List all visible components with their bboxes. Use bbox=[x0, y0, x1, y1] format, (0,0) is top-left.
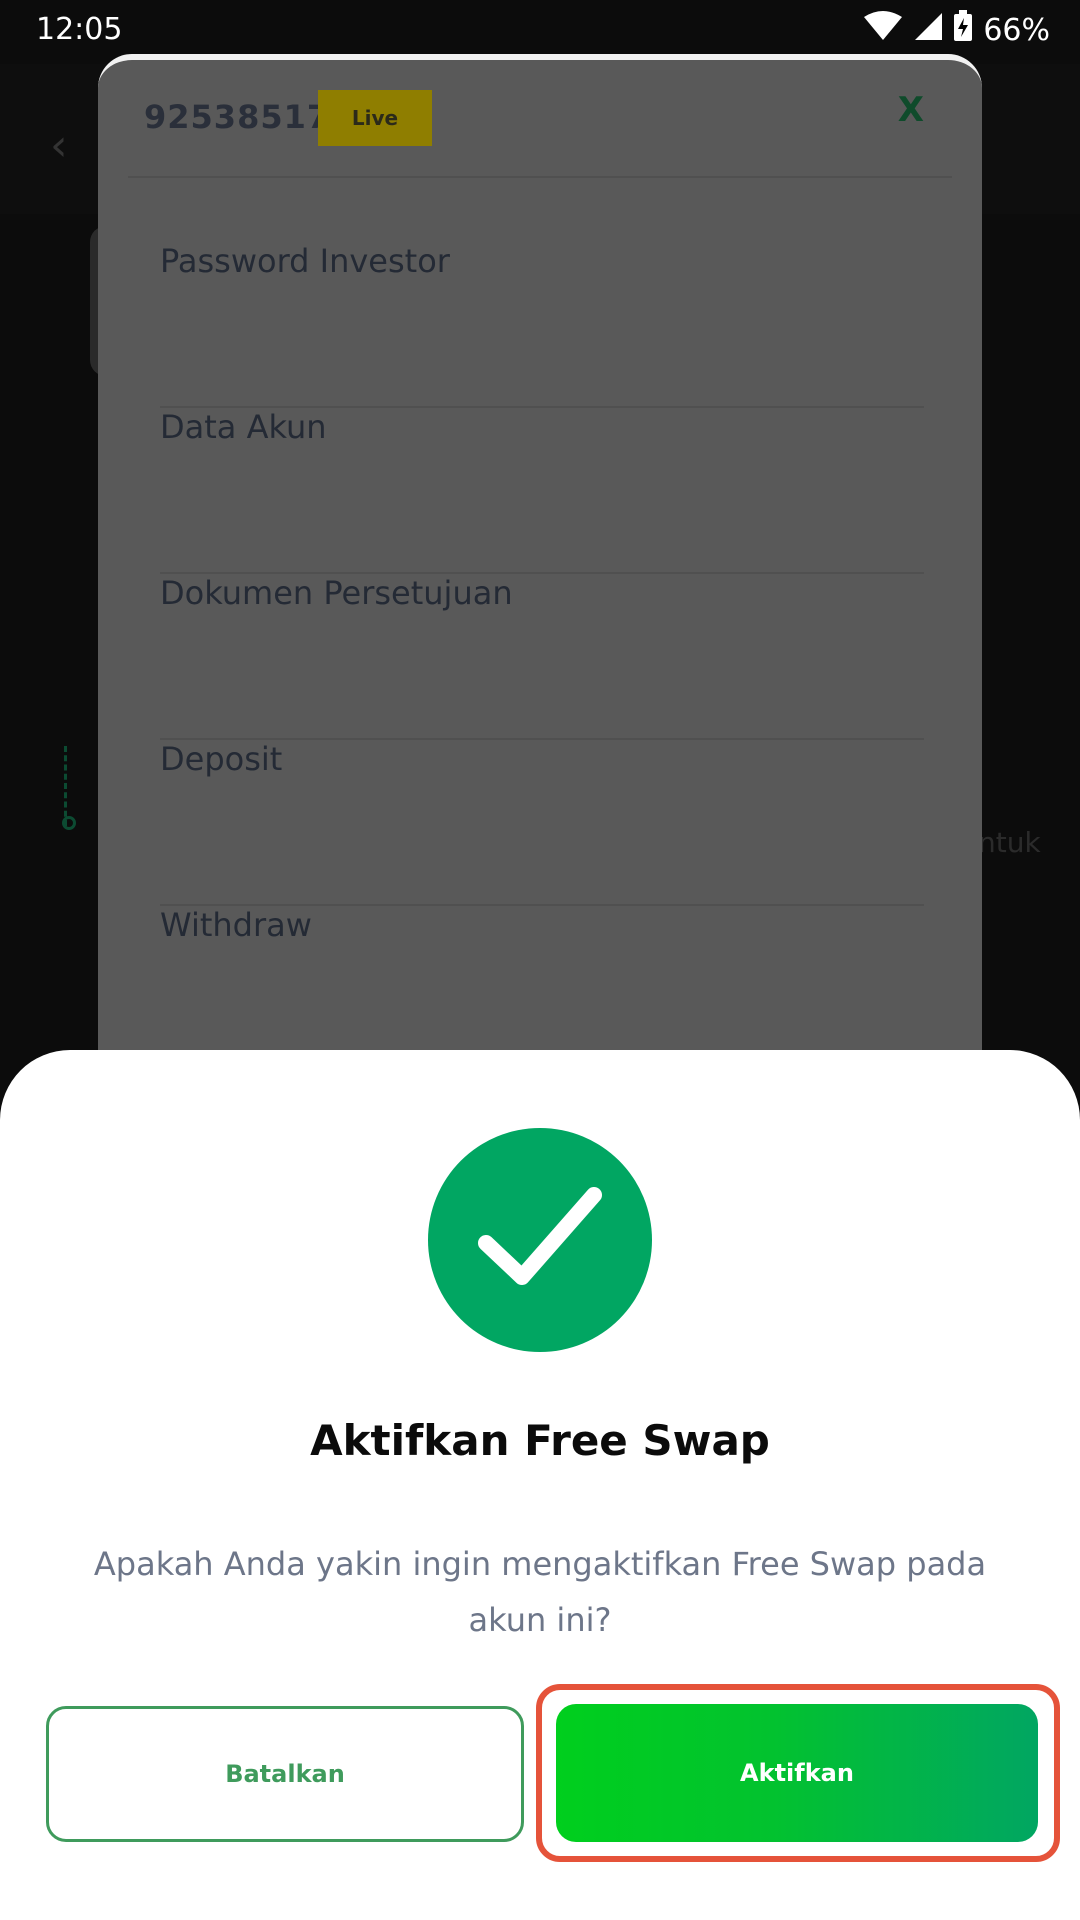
battery-charging-icon bbox=[953, 10, 973, 50]
status-icons: 66% bbox=[863, 10, 1050, 50]
signal-icon bbox=[913, 11, 943, 49]
activate-highlight: Aktifkan bbox=[536, 1684, 1060, 1862]
confirm-sheet: Aktifkan Free Swap Apakah Anda yakin ing… bbox=[0, 1050, 1080, 1920]
menu-item-password-investor[interactable]: Password Investor bbox=[160, 242, 924, 408]
battery-percent: 66% bbox=[983, 12, 1050, 48]
confirm-title: Aktifkan Free Swap bbox=[310, 1416, 770, 1465]
cancel-button[interactable]: Batalkan bbox=[46, 1706, 524, 1842]
menu-item-label: Data Akun bbox=[160, 408, 327, 446]
account-sheet: 92538517 Live X Password Investor Data A… bbox=[98, 54, 982, 1154]
menu-item-data-akun[interactable]: Data Akun bbox=[160, 408, 924, 574]
screen: 12:05 66% ‹ ntuk 92538517 Live X Passwor… bbox=[0, 0, 1080, 1920]
menu-item-dokumen-persetujuan[interactable]: Dokumen Persetujuan bbox=[160, 574, 924, 740]
status-time: 12:05 bbox=[36, 12, 123, 47]
close-button[interactable]: X bbox=[898, 90, 924, 130]
live-badge: Live bbox=[318, 90, 432, 146]
back-arrow-icon: ‹ bbox=[50, 120, 68, 171]
menu-item-deposit[interactable]: Deposit bbox=[160, 740, 924, 906]
wifi-icon bbox=[863, 11, 903, 49]
menu-item-label: Withdraw bbox=[160, 906, 312, 944]
menu-item-label: Deposit bbox=[160, 740, 283, 778]
background-dot bbox=[62, 816, 76, 830]
account-number: 92538517 bbox=[144, 98, 331, 136]
menu-item-label: Password Investor bbox=[160, 242, 450, 280]
menu-item-label: Dokumen Persetujuan bbox=[160, 574, 513, 612]
status-bar: 12:05 66% bbox=[0, 0, 1080, 64]
background-dashed-line bbox=[64, 746, 94, 826]
menu-item-withdraw[interactable]: Withdraw bbox=[160, 906, 924, 1072]
confirm-message: Apakah Anda yakin ingin mengaktifkan Fre… bbox=[93, 1545, 987, 1639]
sheet-divider bbox=[128, 176, 952, 178]
checkmark-icon bbox=[478, 1187, 602, 1285]
background-partial-text: ntuk bbox=[978, 826, 1041, 859]
activate-button[interactable]: Aktifkan bbox=[556, 1704, 1038, 1842]
